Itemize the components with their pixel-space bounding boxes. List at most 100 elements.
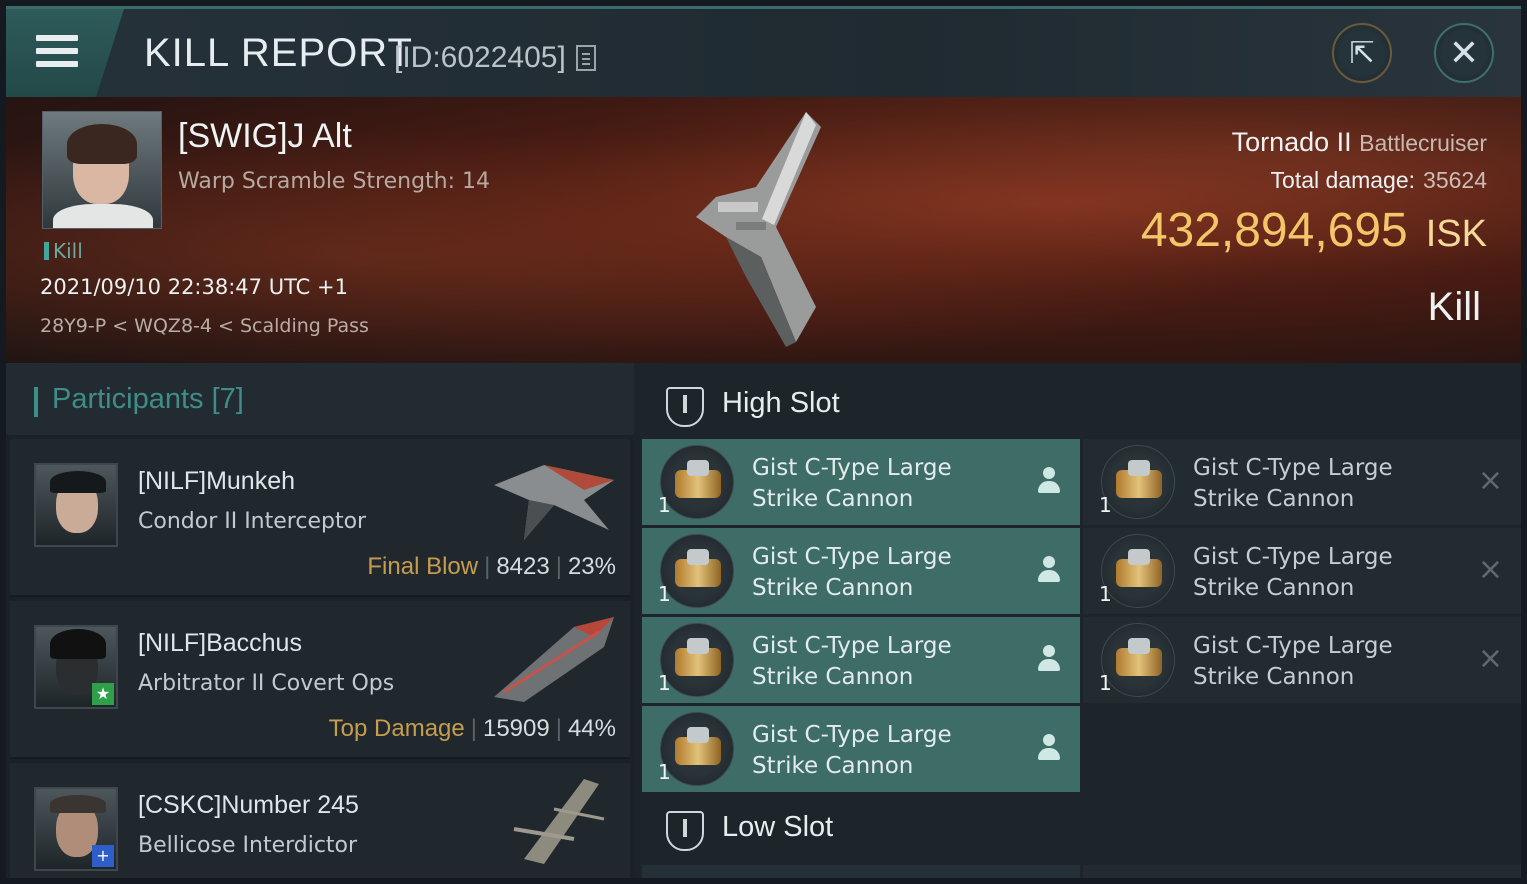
module-name: Gist C-Type Large Strike Cannon xyxy=(1193,455,1393,512)
menu-tab[interactable] xyxy=(6,9,124,97)
kill-result: Kill xyxy=(1427,285,1481,329)
victim-banner: [SWIG]J Alt Warp Scramble Strength: 14 K… xyxy=(6,97,1521,363)
participant-stats: Top Damage | 15909 | 44% xyxy=(328,715,616,742)
window-header: KILL REPORT [ID:6022405] ⇱ ✕ xyxy=(6,9,1521,97)
cannon-module-icon xyxy=(660,623,734,697)
module-quantity: 1 xyxy=(658,582,671,606)
dropped-person-icon xyxy=(1038,645,1060,671)
cannon-module-icon xyxy=(660,445,734,519)
destroyed-x-icon: × xyxy=(1477,641,1503,676)
copy-icon[interactable] xyxy=(576,45,596,71)
module-name: Gist C-Type Large Strike Cannon xyxy=(752,722,952,779)
accent-bar xyxy=(34,387,38,417)
victim-ship-type[interactable]: Tornado II Battlecruiser xyxy=(1232,127,1487,158)
avatar[interactable]: + xyxy=(34,787,118,871)
cannon-module-icon xyxy=(660,534,734,608)
high-slot-header[interactable]: High Slot xyxy=(640,367,1521,443)
module-quantity: 1 xyxy=(1099,671,1112,695)
export-icon: ⇱ xyxy=(1349,35,1375,71)
victim-portrait[interactable] xyxy=(42,111,162,229)
participant-row[interactable]: ★ [NILF]Bacchus Arbitrator II Covert Ops… xyxy=(10,601,630,759)
low-slot-icon xyxy=(666,811,704,851)
export-button[interactable]: ⇱ xyxy=(1332,23,1392,83)
low-slot-header[interactable]: Low Slot xyxy=(640,791,1521,867)
module-quantity: 1 xyxy=(658,493,671,517)
module-item-destroyed[interactable]: 1 Gist C-Type Large Strike Cannon × xyxy=(1083,617,1521,703)
module-quantity: 1 xyxy=(1099,582,1112,606)
participant-damage: 8423 xyxy=(496,553,550,580)
high-slot-icon xyxy=(666,387,704,427)
module-item-destroyed[interactable]: 1 Gist C-Type Large Strike Cannon × xyxy=(1083,439,1521,525)
participant-damage: 15909 xyxy=(482,715,550,742)
participants-header[interactable]: Participants [7] xyxy=(6,363,634,435)
dropped-person-icon xyxy=(1038,467,1060,493)
module-item-destroyed[interactable]: 1 Gist C-Type Large Strike Cannon × xyxy=(1083,528,1521,614)
participant-ship-image xyxy=(513,779,605,864)
participant-name[interactable]: [CSKC]Number 245 xyxy=(138,791,359,820)
participants-title: Participants [7] xyxy=(52,383,244,415)
cannon-module-icon xyxy=(1101,445,1175,519)
module-quantity: 1 xyxy=(1099,493,1112,517)
module-item-dropped[interactable]: 1 Gist C-Type Large Strike Cannon xyxy=(642,617,1080,703)
module-item-partial[interactable] xyxy=(1083,865,1521,878)
victim-ship-image[interactable] xyxy=(666,107,866,357)
high-slot-label: High Slot xyxy=(722,387,840,419)
module-item-dropped[interactable]: 1 Gist C-Type Large Strike Cannon xyxy=(642,706,1080,792)
total-damage-value: 35624 xyxy=(1423,167,1487,193)
participant-row[interactable]: [NILF]Munkeh Condor II Interceptor Final… xyxy=(10,439,630,597)
low-slot-label: Low Slot xyxy=(722,811,834,843)
isk-unit: ISK xyxy=(1425,213,1487,255)
participant-row[interactable]: + [CSKC]Number 245 Bellicose Interdictor xyxy=(10,763,630,878)
destroyed-x-icon: × xyxy=(1477,463,1503,498)
ship-name: Tornado II xyxy=(1231,127,1352,157)
dropped-person-icon xyxy=(1038,734,1060,760)
star-badge-icon: ★ xyxy=(92,683,114,705)
isk-value: 432,894,695 ISK xyxy=(1141,203,1487,258)
kill-datetime: 2021/09/10 22:38:47 UTC +1 xyxy=(40,275,348,299)
window-title: KILL REPORT xyxy=(144,31,413,75)
destroyed-x-icon: × xyxy=(1477,552,1503,587)
module-name: Gist C-Type Large Strike Cannon xyxy=(752,455,952,512)
module-name: Gist C-Type Large Strike Cannon xyxy=(752,633,952,690)
dropped-person-icon xyxy=(1038,556,1060,582)
kill-tag: Kill xyxy=(44,239,83,263)
total-damage: Total damage: 35624 xyxy=(1271,167,1487,194)
plus-badge-icon: + xyxy=(92,845,114,867)
module-quantity: 1 xyxy=(658,671,671,695)
fitting-panel: High Slot 1 Gist C-Type Large Strike Cann… xyxy=(640,363,1521,878)
module-name: Gist C-Type Large Strike Cannon xyxy=(1193,633,1393,690)
module-item-dropped[interactable]: 1 Gist C-Type Large Strike Cannon xyxy=(642,439,1080,525)
hamburger-menu-icon[interactable] xyxy=(36,35,78,67)
module-item-dropped[interactable]: 1 Gist C-Type Large Strike Cannon xyxy=(642,528,1080,614)
top-damage-tag: Top Damage xyxy=(328,715,465,742)
cannon-module-icon xyxy=(1101,534,1175,608)
ship-class: Battlecruiser xyxy=(1359,130,1487,156)
participant-percent: 44% xyxy=(567,715,616,742)
close-icon: ✕ xyxy=(1448,32,1480,74)
participant-ship[interactable]: Condor II Interceptor xyxy=(138,509,366,534)
isk-amount: 432,894,695 xyxy=(1140,204,1408,257)
participant-ship-image xyxy=(494,617,614,702)
total-damage-label: Total damage: xyxy=(1270,167,1416,193)
victim-subtitle: Warp Scramble Strength: 14 xyxy=(178,169,491,194)
module-quantity: 1 xyxy=(658,760,671,784)
victim-name[interactable]: [SWIG]J Alt xyxy=(178,117,352,156)
participant-ship[interactable]: Arbitrator II Covert Ops xyxy=(138,671,394,696)
participant-ship-image xyxy=(494,465,614,540)
participant-stats: Final Blow | 8423 | 23% xyxy=(367,553,616,580)
module-name: Gist C-Type Large Strike Cannon xyxy=(752,544,952,601)
participant-ship[interactable]: Bellicose Interdictor xyxy=(138,833,357,858)
module-item-partial[interactable] xyxy=(642,865,1080,878)
kill-location[interactable]: 28Y9-P < WQZ8-4 < Scalding Pass xyxy=(40,315,369,337)
avatar[interactable] xyxy=(34,463,118,547)
participant-name[interactable]: [NILF]Munkeh xyxy=(138,467,295,496)
close-button[interactable]: ✕ xyxy=(1434,23,1494,83)
participant-name[interactable]: [NILF]Bacchus xyxy=(138,629,302,658)
cannon-module-icon xyxy=(660,712,734,786)
avatar[interactable]: ★ xyxy=(34,625,118,709)
kill-report-window: KILL REPORT [ID:6022405] ⇱ ✕ [SWIG]J Alt… xyxy=(6,6,1521,878)
final-blow-tag: Final Blow xyxy=(367,553,479,580)
participants-panel: Participants [7] [NILF]Munkeh Condor II … xyxy=(6,363,634,878)
cannon-module-icon xyxy=(1101,623,1175,697)
participant-percent: 23% xyxy=(567,553,616,580)
